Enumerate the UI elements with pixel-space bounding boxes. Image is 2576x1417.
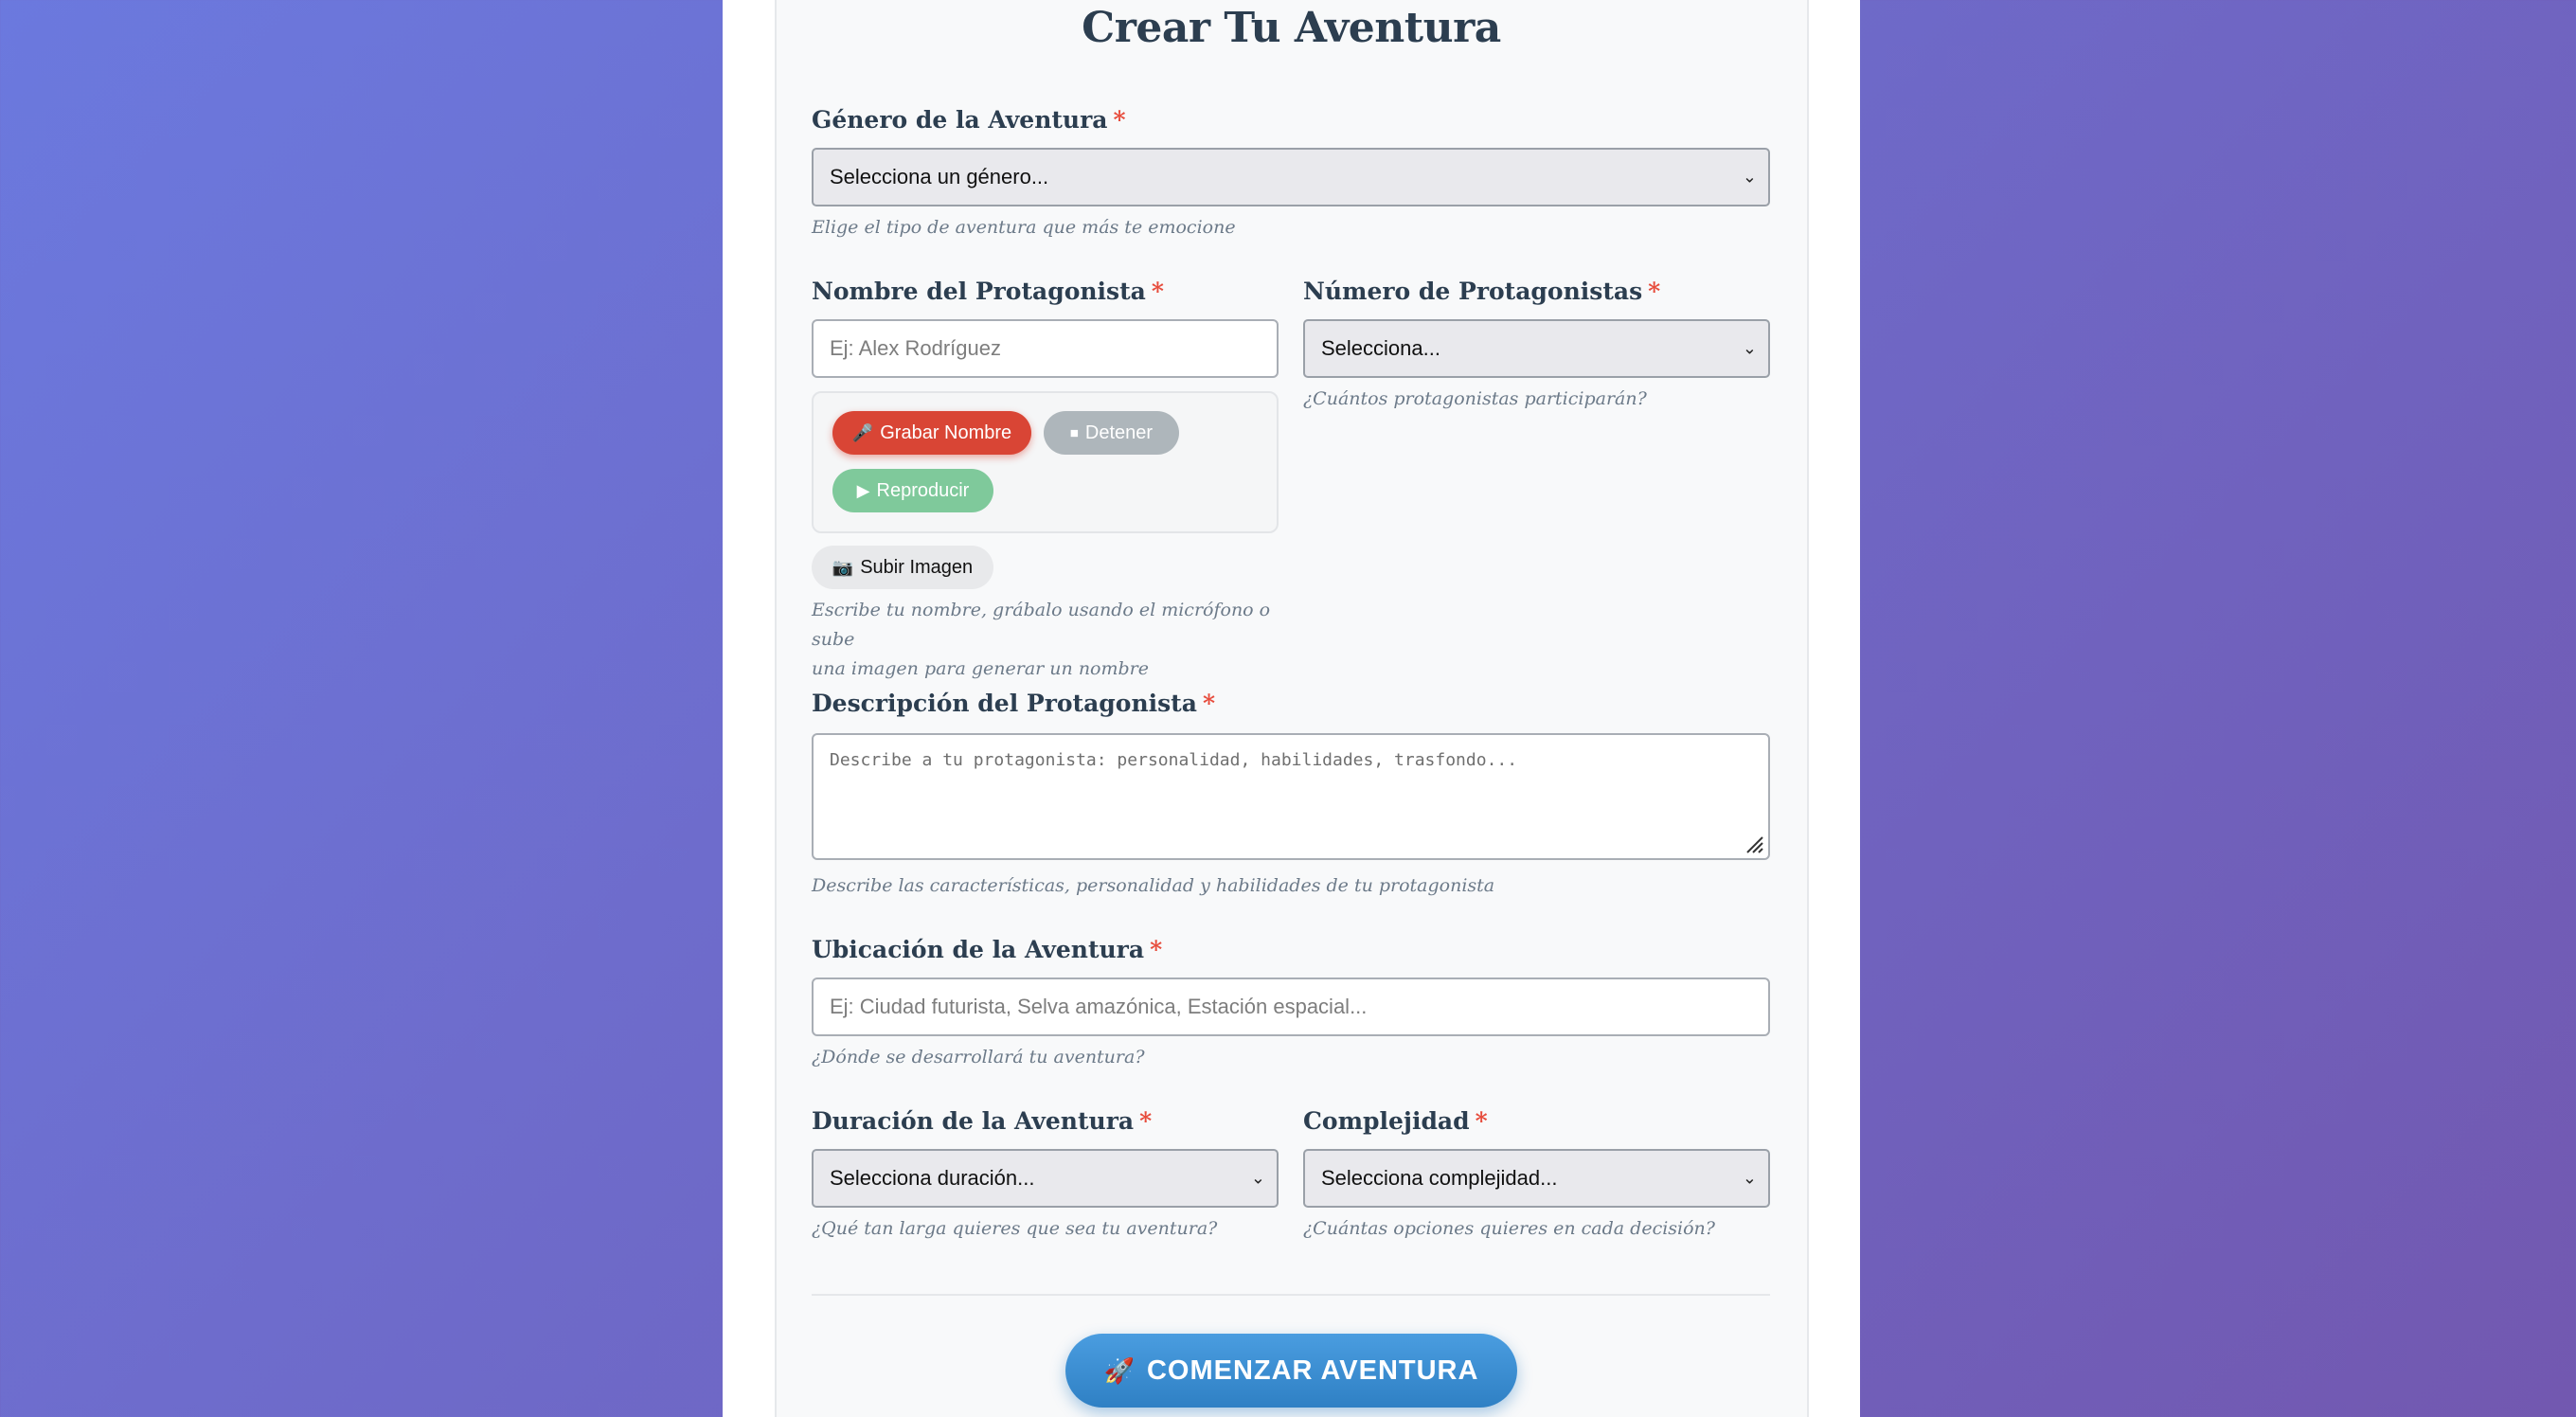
location-help: ¿Dónde se desarrollará tu aventura?: [812, 1047, 1145, 1067]
genre-help: Elige el tipo de aventura que más te emo…: [812, 217, 1236, 238]
protagonist-count-select[interactable]: Selecciona... ⌄: [1303, 319, 1770, 378]
location-label: Ubicación de la Aventura *: [812, 936, 1162, 963]
required-mark: *: [1202, 690, 1216, 717]
rocket-icon: 🚀: [1103, 1355, 1136, 1385]
duration-selected-value: Selecciona duración...: [830, 1166, 1035, 1190]
description-help: Describe las características, personalid…: [812, 875, 1495, 896]
name-help-line: Escribe tu nombre, grábalo usando el mic…: [812, 600, 1271, 650]
chevron-down-icon: ⌄: [1742, 1168, 1757, 1188]
form-divider: [812, 1294, 1770, 1296]
start-adventure-label: COMENZAR AVENTURA: [1146, 1354, 1479, 1386]
genre-label: Género de la Aventura *: [812, 106, 1126, 134]
name-placeholder: Ej: Alex Rodríguez: [830, 336, 1001, 360]
location-placeholder: Ej: Ciudad futurista, Selva amazónica, E…: [830, 995, 1368, 1018]
chevron-down-icon: ⌄: [1742, 167, 1757, 187]
required-mark: *: [1150, 936, 1163, 963]
name-input[interactable]: Ej: Alex Rodríguez: [812, 319, 1279, 378]
required-mark: *: [1151, 278, 1164, 305]
name-label-text: Nombre del Protagonista: [812, 278, 1146, 305]
duration-select[interactable]: Selecciona duración... ⌄: [812, 1149, 1279, 1208]
count-label: Número de Protagonistas *: [1303, 278, 1660, 305]
description-label-text: Descripción del Protagonista: [812, 690, 1197, 717]
stop-button[interactable]: ⏹ Detener: [1044, 411, 1179, 455]
description-textarea[interactable]: Describe a tu protagonista: personalidad…: [812, 733, 1770, 860]
start-adventure-button[interactable]: 🚀 COMENZAR AVENTURA: [1065, 1334, 1517, 1408]
duration-label-text: Duración de la Aventura: [812, 1107, 1135, 1135]
description-label: Descripción del Protagonista *: [812, 690, 1215, 717]
genre-label-text: Género de la Aventura: [812, 106, 1108, 134]
count-selected-value: Selecciona...: [1321, 336, 1440, 360]
upload-image-button[interactable]: 📷 Subir Imagen: [812, 546, 993, 589]
count-help: ¿Cuántos protagonistas participarán?: [1303, 388, 1647, 409]
duration-label: Duración de la Aventura *: [812, 1107, 1152, 1135]
genre-select[interactable]: Selecciona un género... ⌄: [812, 148, 1770, 206]
play-button[interactable]: ▶ Reproducir: [832, 469, 993, 512]
name-label: Nombre del Protagonista *: [812, 278, 1164, 305]
complexity-help: ¿Cuántas opciones quieres en cada decisi…: [1303, 1218, 1715, 1239]
stop-icon: ⏹: [1069, 422, 1079, 442]
chevron-down-icon: ⌄: [1250, 1168, 1265, 1188]
location-label-text: Ubicación de la Aventura: [812, 936, 1145, 963]
duration-help: ¿Qué tan larga quieres que sea tu aventu…: [812, 1218, 1218, 1239]
play-icon: ▶: [856, 480, 870, 500]
complexity-select[interactable]: Selecciona complejidad... ⌄: [1303, 1149, 1770, 1208]
stop-label: Detener: [1084, 422, 1154, 443]
required-mark: *: [1475, 1107, 1488, 1135]
count-label-text: Número de Protagonistas: [1303, 278, 1643, 305]
complexity-selected-value: Selecciona complejidad...: [1321, 1166, 1558, 1190]
record-name-label: Grabar Nombre: [880, 422, 1012, 443]
play-label: Reproducir: [876, 479, 970, 501]
description-placeholder: Describe a tu protagonista: personalidad…: [830, 750, 1518, 770]
genre-selected-value: Selecciona un género...: [830, 165, 1049, 188]
upload-image-label: Subir Imagen: [860, 556, 974, 578]
chevron-down-icon: ⌄: [1742, 338, 1757, 358]
complexity-label: Complejidad *: [1303, 1107, 1488, 1135]
location-input[interactable]: Ej: Ciudad futurista, Selva amazónica, E…: [812, 978, 1770, 1036]
name-help-line: una imagen para generar un nombre: [812, 658, 1149, 679]
required-mark: *: [1113, 106, 1126, 134]
page-title: Crear Tu Aventura: [1082, 4, 1501, 52]
camera-icon: 📷: [832, 557, 854, 577]
microphone-icon: 🎤: [851, 422, 874, 442]
resize-handle[interactable]: [1744, 834, 1764, 854]
record-name-button[interactable]: 🎤 Grabar Nombre: [832, 411, 1031, 455]
complexity-label-text: Complejidad: [1303, 1107, 1470, 1135]
required-mark: *: [1648, 278, 1661, 305]
name-help: Escribe tu nombre, grábalo usando el mic…: [812, 596, 1279, 684]
required-mark: *: [1139, 1107, 1153, 1135]
